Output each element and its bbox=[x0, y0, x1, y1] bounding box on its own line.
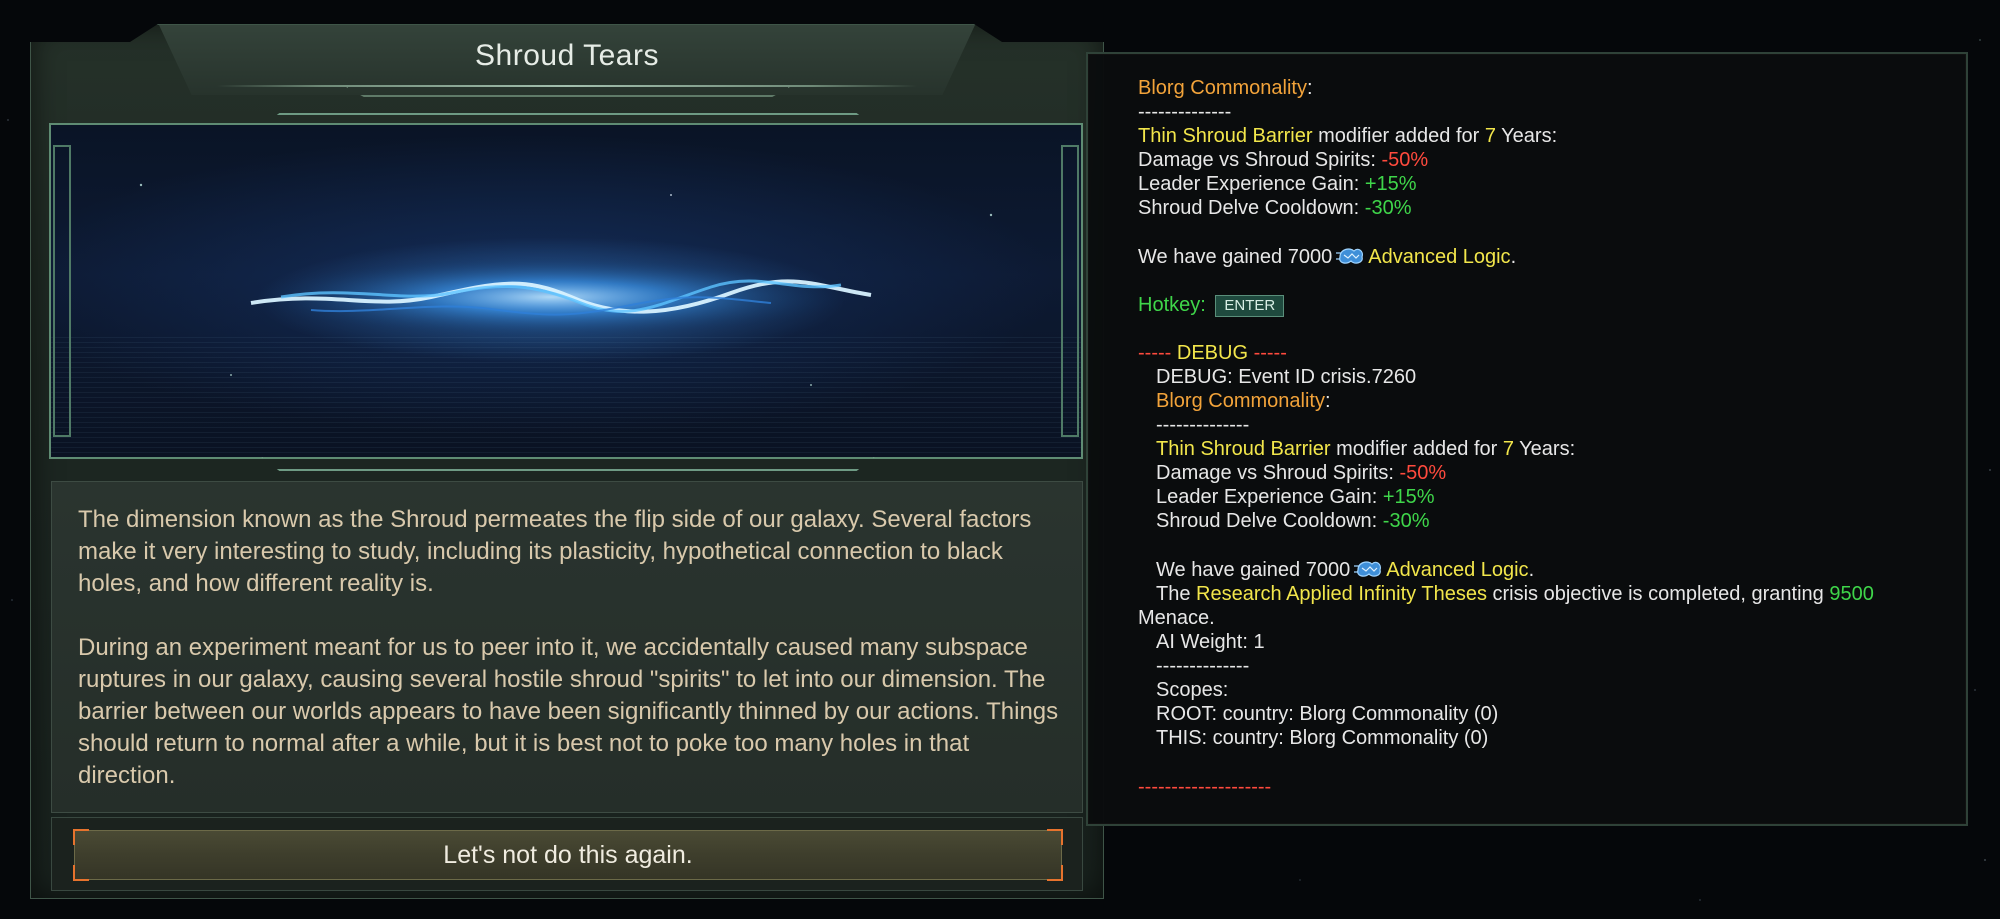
debug-event-id: DEBUG: Event ID crisis.7260 bbox=[1156, 366, 1417, 388]
option-label: Let's not do this again. bbox=[443, 841, 693, 869]
effect-label: Damage vs Shroud Spirits: bbox=[1138, 149, 1382, 171]
period: . bbox=[1510, 246, 1517, 268]
event-description-panel: The dimension known as the Shroud permea… bbox=[51, 481, 1083, 813]
effect-label: Leader Experience Gain: bbox=[1156, 486, 1383, 508]
empire-name: Blorg Commonality bbox=[1156, 390, 1325, 412]
hotkey-label: Hotkey: bbox=[1138, 294, 1206, 316]
image-right-bracket bbox=[1061, 145, 1079, 437]
effect-value: -30% bbox=[1364, 197, 1412, 219]
title-divider bbox=[217, 85, 917, 87]
objective-the: The bbox=[1156, 583, 1197, 605]
debug-header: ----- DEBUG ----- bbox=[1138, 341, 1287, 365]
enter-key-badge: ENTER bbox=[1215, 295, 1285, 317]
event-option-button[interactable]: Let's not do this again. bbox=[73, 829, 1063, 881]
event-options: Let's not do this again. bbox=[51, 817, 1083, 891]
effect-value: +15% bbox=[1382, 486, 1435, 508]
debug-effect-line-3: Shroud Delve Cooldown: -30% bbox=[1156, 509, 1430, 533]
gained-text: We have gained 7000 bbox=[1138, 246, 1333, 268]
modifier-line: Thin Shroud Barrier modifier added for 7… bbox=[1138, 124, 1557, 148]
years-suffix: Years: bbox=[1513, 438, 1576, 460]
gained-line: We have gained 7000 Advanced Logic. bbox=[1138, 245, 1516, 269]
debug-dashes-left: ----- bbox=[1138, 342, 1172, 364]
resource-name: Advanced Logic bbox=[1386, 559, 1529, 581]
image-frame-bottom-ornament bbox=[261, 457, 875, 471]
modifier-name: Thin Shroud Barrier bbox=[1156, 438, 1331, 460]
effect-label: Leader Experience Gain: bbox=[1138, 173, 1365, 195]
gained-text: We have gained 7000 bbox=[1156, 559, 1351, 581]
debug-effect-line-1: Damage vs Shroud Spirits: -50% bbox=[1156, 461, 1446, 485]
event-image-shroud-rift bbox=[51, 125, 1081, 457]
event-title: Shroud Tears bbox=[475, 39, 659, 72]
period: . bbox=[1528, 559, 1535, 581]
modifier-text: modifier added for bbox=[1312, 125, 1485, 147]
debug-end-line: -------------------- bbox=[1138, 776, 1272, 798]
effect-label: Shroud Delve Cooldown: bbox=[1156, 510, 1383, 532]
scanline-overlay bbox=[51, 337, 1081, 457]
modifier-years: 7 bbox=[1484, 125, 1496, 147]
effect-label: Damage vs Shroud Spirits: bbox=[1156, 462, 1400, 484]
event-window: Shroud Tears The dimension known as the … bbox=[30, 24, 1104, 899]
button-corner-tl bbox=[73, 829, 89, 845]
scope-this: THIS: country: Blorg Commonality (0) bbox=[1156, 727, 1489, 749]
advanced-logic-icon bbox=[1354, 561, 1382, 577]
colon: : bbox=[1306, 77, 1313, 99]
button-corner-tr bbox=[1047, 829, 1063, 845]
effect-line-1: Damage vs Shroud Spirits: -50% bbox=[1138, 148, 1428, 172]
objective-amount: 9500 bbox=[1829, 583, 1874, 605]
debug-effect-line-2: Leader Experience Gain: +15% bbox=[1156, 485, 1435, 509]
objective-name: Research Applied Infinity Theses bbox=[1196, 583, 1487, 605]
modifier-name: Thin Shroud Barrier bbox=[1138, 125, 1313, 147]
years-suffix: Years: bbox=[1495, 125, 1558, 147]
objective-text: crisis objective is completed, granting bbox=[1486, 583, 1830, 605]
hotkey-line: Hotkey: ENTER bbox=[1138, 293, 1285, 317]
ai-weight: AI Weight: 1 bbox=[1156, 631, 1265, 653]
separator: -------------- bbox=[1156, 414, 1250, 436]
resource-name: Advanced Logic bbox=[1368, 246, 1511, 268]
modifier-years: 7 bbox=[1502, 438, 1514, 460]
modifier-text: modifier added for bbox=[1330, 438, 1503, 460]
image-left-bracket bbox=[53, 145, 71, 437]
scopes-label: Scopes: bbox=[1156, 679, 1229, 701]
button-corner-br bbox=[1047, 865, 1063, 881]
separator: -------------- bbox=[1156, 655, 1250, 677]
debug-gained-line: We have gained 7000 Advanced Logic. bbox=[1156, 558, 1534, 582]
scope-root: ROOT: country: Blorg Commonality (0) bbox=[1156, 703, 1499, 725]
objective-line: The Research Applied Infinity Theses cri… bbox=[1156, 582, 1874, 606]
title-notch-ornament bbox=[346, 87, 790, 97]
option-tooltip: Blorg Commonality: -------------- Thin S… bbox=[1086, 52, 1968, 826]
effect-line-2: Leader Experience Gain: +15% bbox=[1138, 172, 1417, 196]
effect-label: Shroud Delve Cooldown: bbox=[1138, 197, 1365, 219]
effect-value: -30% bbox=[1382, 510, 1430, 532]
effect-value: -50% bbox=[1399, 462, 1447, 484]
debug-title: DEBUG bbox=[1176, 342, 1248, 364]
colon: : bbox=[1324, 390, 1331, 412]
debug-modifier-line: Thin Shroud Barrier modifier added for 7… bbox=[1156, 437, 1575, 461]
effect-value: +15% bbox=[1364, 173, 1417, 195]
tooltip-empire-line: Blorg Commonality: bbox=[1138, 76, 1313, 100]
debug-dashes-right: ----- bbox=[1253, 342, 1287, 364]
description-paragraph-1: The dimension known as the Shroud permea… bbox=[78, 506, 1032, 597]
objective-end: Menace. bbox=[1138, 607, 1215, 629]
debug-empire-line: Blorg Commonality: bbox=[1156, 389, 1331, 413]
button-corner-bl bbox=[73, 865, 89, 881]
effect-value: -50% bbox=[1381, 149, 1429, 171]
description-paragraph-2: During an experiment meant for us to pee… bbox=[78, 634, 1059, 789]
effect-line-3: Shroud Delve Cooldown: -30% bbox=[1138, 196, 1412, 220]
separator: -------------- bbox=[1138, 101, 1232, 123]
empire-name: Blorg Commonality bbox=[1138, 77, 1307, 99]
advanced-logic-icon bbox=[1336, 248, 1364, 264]
